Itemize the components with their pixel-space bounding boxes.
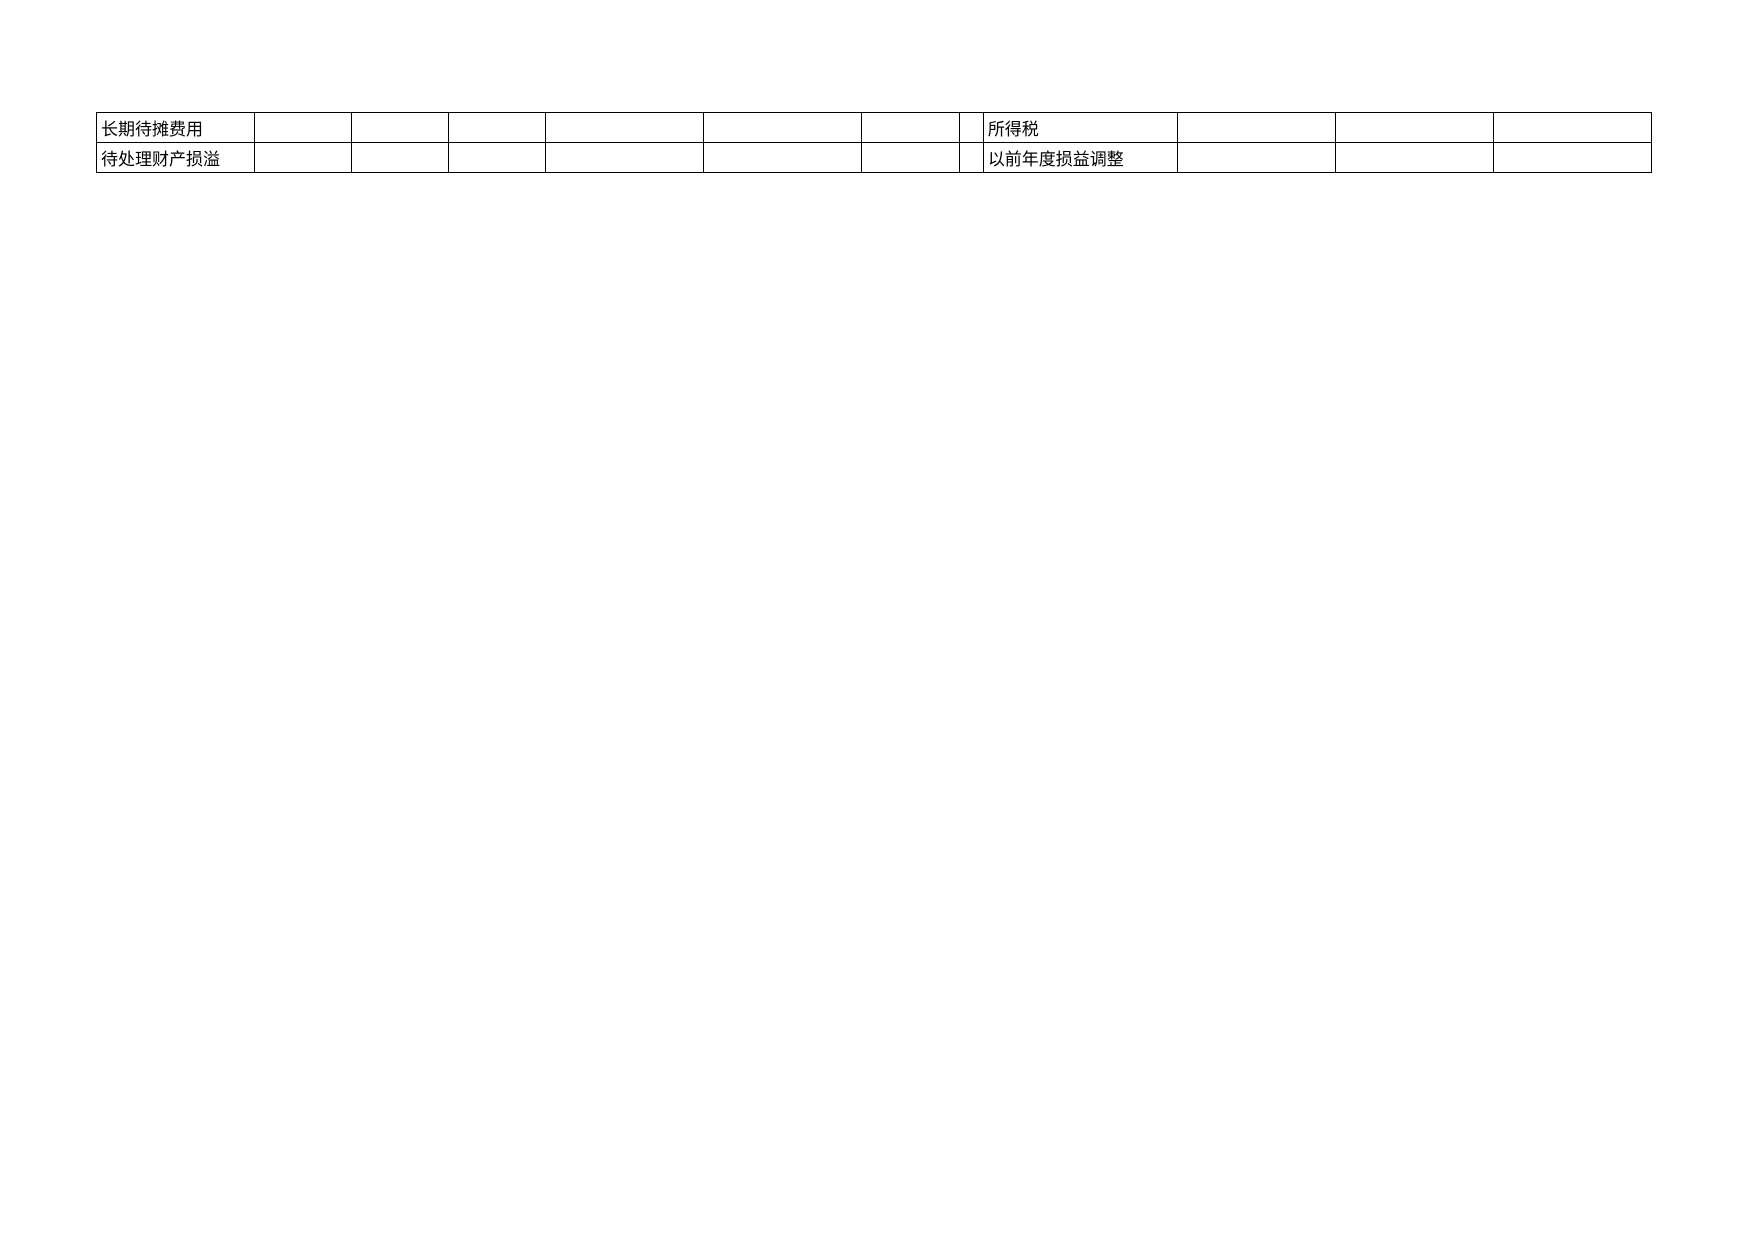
cell <box>449 113 546 143</box>
row-label-right: 所得税 <box>983 113 1177 143</box>
accounting-table: 长期待摊费用 所得税 待处理财产损溢 <box>96 112 1652 173</box>
cell <box>352 143 449 173</box>
cell <box>546 113 704 143</box>
cell <box>1494 143 1652 173</box>
cell <box>449 143 546 173</box>
cell <box>1494 113 1652 143</box>
cell <box>1178 113 1336 143</box>
row-label-right: 以前年度损益调整 <box>983 143 1177 173</box>
table-row: 待处理财产损溢 以前年度损益调整 <box>97 143 1652 173</box>
cell <box>959 143 983 173</box>
cell <box>862 113 959 143</box>
cell <box>959 113 983 143</box>
cell <box>704 113 862 143</box>
cell <box>862 143 959 173</box>
cell <box>546 143 704 173</box>
row-label-left: 待处理财产损溢 <box>97 143 255 173</box>
cell <box>352 113 449 143</box>
cell <box>704 143 862 173</box>
cell <box>1336 143 1494 173</box>
row-label-left: 长期待摊费用 <box>97 113 255 143</box>
cell <box>254 143 351 173</box>
cell <box>1336 113 1494 143</box>
table-row: 长期待摊费用 所得税 <box>97 113 1652 143</box>
cell <box>254 113 351 143</box>
cell <box>1178 143 1336 173</box>
